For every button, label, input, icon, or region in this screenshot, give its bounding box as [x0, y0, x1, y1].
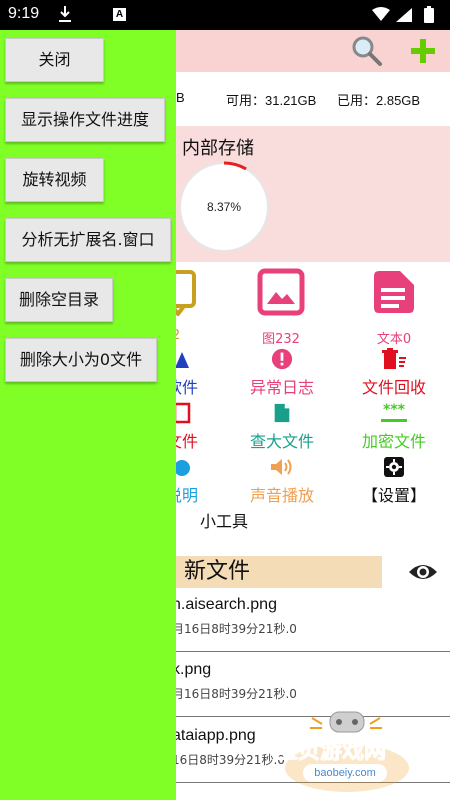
document-icon: [274, 403, 290, 423]
file-date: 16日8时39分21秒.0: [172, 753, 285, 767]
storage-percent: 8.37%: [206, 200, 242, 214]
file-name: n.aisearch.png: [172, 596, 277, 613]
side-drawer: 关闭 显示操作文件进度 旋转视频 分析无扩展名.窗口 删除空目录 删除大小为0文…: [0, 30, 176, 800]
storage-available: 可用：31.21GB: [226, 93, 317, 108]
gear-icon: [384, 457, 404, 477]
tool-find-large-files-label: 查大文件: [249, 432, 314, 451]
storage-total: B: [176, 90, 185, 105]
eye-icon[interactable]: [407, 560, 439, 584]
watermark-url: baobeiy.com: [303, 764, 387, 782]
text-category-icon[interactable]: [370, 268, 418, 316]
svg-text:***: ***: [383, 402, 406, 418]
analyze-no-extension-button[interactable]: 分析无扩展名.窗口: [5, 218, 171, 262]
status-time: 9:19: [8, 5, 40, 22]
tool-recycle-bin[interactable]: 文件回收: [339, 348, 449, 398]
watermark-title: 宝贝游戏网: [275, 739, 387, 765]
wifi-icon: [372, 7, 390, 21]
file-date: 月16日8时39分21秒.0: [172, 622, 297, 636]
add-icon[interactable]: [408, 34, 438, 68]
file-name: k.png: [172, 661, 212, 678]
status-bar: 9:19 A: [0, 0, 450, 30]
battery-icon: [424, 8, 434, 23]
close-button[interactable]: 关闭: [5, 38, 104, 82]
search-icon[interactable]: [350, 34, 384, 68]
rotate-video-button[interactable]: 旋转视频: [5, 158, 104, 202]
system-status-icons: [372, 6, 434, 23]
tool-encrypt-files[interactable]: *** 加密文件: [339, 402, 449, 452]
tool-find-large-files[interactable]: 查大文件: [227, 402, 337, 452]
tool-recycle-bin-label: 文件回收: [361, 378, 426, 397]
storage-title: 内部存储: [182, 138, 254, 159]
download-icon: [59, 6, 71, 22]
image-category-icon[interactable]: [257, 268, 305, 316]
show-operation-progress-button[interactable]: 显示操作文件进度: [5, 98, 165, 142]
image-category-label: 图232: [262, 332, 300, 347]
file-name: ataiapp.png: [172, 727, 256, 744]
tool-error-log-label: 异常日志: [249, 378, 314, 397]
file-date: 月16日8时39分21秒.0: [172, 687, 297, 701]
tool-settings-label: 【设置】: [361, 486, 426, 505]
trash-icon: [382, 348, 406, 369]
delete-zero-size-files-button[interactable]: 删除大小为0文件: [5, 338, 157, 382]
recent-files-header: 新文件: [176, 556, 382, 588]
speaker-icon: [271, 459, 292, 475]
tool-error-log[interactable]: 异常日志: [227, 348, 337, 398]
text-category-label: 文本0: [376, 332, 412, 347]
tool-settings[interactable]: 【设置】: [339, 456, 449, 506]
tools-section-label: 小工具: [200, 512, 249, 531]
password-icon: ***: [381, 402, 407, 422]
signal-icon: [396, 8, 412, 22]
app-notification-icon: A: [113, 8, 126, 21]
storage-used: 已用：2.85GB: [337, 93, 421, 108]
tool-sound-player-label: 声音播放: [249, 486, 314, 505]
tool-encrypt-files-label: 加密文件: [361, 432, 426, 451]
error-icon: [271, 348, 293, 370]
tool-sound-player[interactable]: 声音播放: [227, 456, 337, 506]
delete-empty-dirs-button[interactable]: 删除空目录: [5, 278, 113, 322]
